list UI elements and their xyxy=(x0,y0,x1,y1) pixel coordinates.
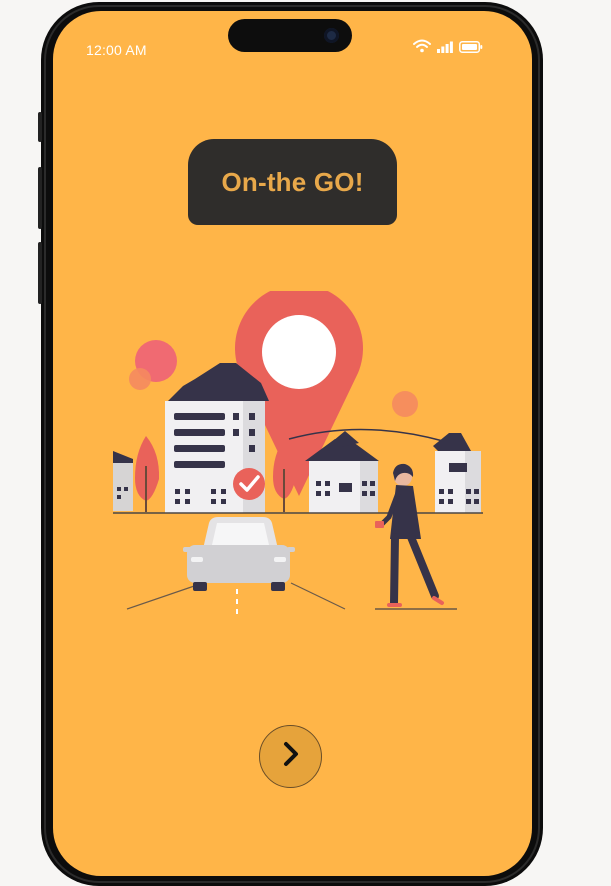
right-house xyxy=(433,433,481,513)
tree-left xyxy=(135,436,160,512)
mute-switch xyxy=(38,112,42,142)
volume-down-button xyxy=(38,242,42,304)
signal-icon xyxy=(437,40,453,58)
battery-icon xyxy=(459,40,483,58)
phone-frame: 12:00 AM On-the GO! xyxy=(38,2,543,886)
dynamic-island xyxy=(228,19,352,52)
onboarding-title: On-the GO! xyxy=(221,166,364,197)
chevron-right-icon xyxy=(278,739,304,774)
wifi-icon xyxy=(413,39,431,58)
car-icon xyxy=(183,517,295,591)
front-camera xyxy=(324,28,339,43)
status-icons xyxy=(413,39,483,58)
next-button[interactable] xyxy=(259,725,322,788)
app-screen: 12:00 AM On-the GO! xyxy=(53,11,532,876)
volume-up-button xyxy=(38,167,42,229)
road xyxy=(126,582,346,614)
title-banner: On-the GO! xyxy=(188,139,397,225)
check-badge-icon xyxy=(233,468,265,500)
city-location-illustration xyxy=(113,284,483,616)
status-time: 12:00 AM xyxy=(86,42,147,58)
small-house-left xyxy=(113,451,133,511)
